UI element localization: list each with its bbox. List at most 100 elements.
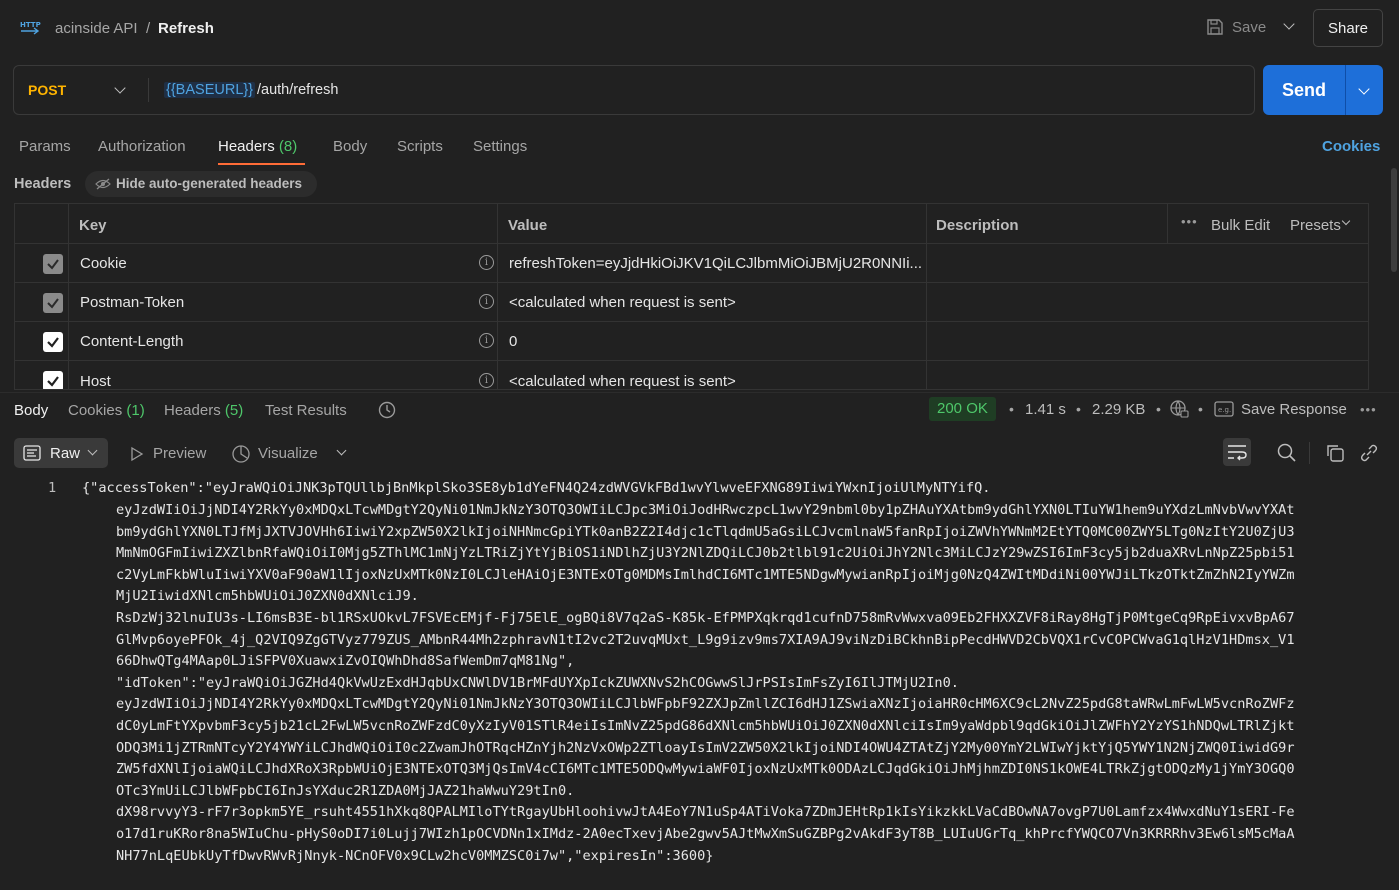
header-key[interactable]: Content-Length bbox=[80, 333, 183, 350]
code-line-wrapped: eyJzdWIiOiJjNDI4Y2RkYy0xMDQxLTcwMDgtY2Qy… bbox=[116, 502, 1295, 518]
send-button[interactable]: Send bbox=[1263, 65, 1383, 115]
table-row: Cookie i refreshToken=eyJjdHkiOiJKV1QiLC… bbox=[15, 244, 1368, 283]
svg-text:HTTP: HTTP bbox=[20, 21, 41, 29]
share-button[interactable]: Share bbox=[1313, 9, 1383, 47]
code-line-wrapped: bm9ydGhlYXN0LTJfMjJXTVJOVHh6IiwiY2xpZW50… bbox=[116, 523, 1295, 540]
column-divider bbox=[497, 204, 498, 389]
tab-headers[interactable]: Headers (8) bbox=[218, 138, 297, 155]
format-raw-select[interactable]: Raw bbox=[14, 438, 108, 468]
header-key[interactable]: Postman-Token bbox=[80, 294, 184, 311]
response-tab-headers[interactable]: Headers (5) bbox=[164, 402, 243, 419]
url-input[interactable]: {{BASEURL}} /auth/refresh bbox=[164, 66, 1244, 114]
example-icon: e.g. bbox=[1214, 401, 1234, 417]
row-checkbox[interactable] bbox=[43, 332, 63, 352]
request-title[interactable]: Refresh bbox=[158, 20, 214, 37]
column-key: Key bbox=[79, 217, 107, 234]
request-scrollbar[interactable] bbox=[1391, 168, 1397, 272]
share-label: Share bbox=[1328, 20, 1369, 37]
status-badge[interactable]: 200 OK bbox=[929, 397, 996, 421]
column-description: Description bbox=[936, 217, 1019, 234]
presets-chevron-down-icon bbox=[1341, 216, 1351, 226]
tab-settings[interactable]: Settings bbox=[473, 138, 527, 155]
table-row: Content-Length i 0 bbox=[15, 322, 1368, 361]
tab-authorization[interactable]: Authorization bbox=[98, 138, 186, 155]
save-button[interactable]: Save bbox=[1206, 16, 1268, 40]
info-icon[interactable]: i bbox=[479, 255, 494, 270]
send-label: Send bbox=[1281, 80, 1326, 100]
tab-scripts[interactable]: Scripts bbox=[397, 138, 443, 155]
row-checkbox[interactable] bbox=[43, 371, 63, 389]
send-options-chevron-down-icon[interactable] bbox=[1358, 83, 1370, 95]
dot-separator: • bbox=[1156, 401, 1161, 417]
save-options-chevron-icon[interactable] bbox=[1282, 18, 1296, 32]
search-icon[interactable] bbox=[1277, 443, 1297, 463]
more-options-icon[interactable]: ••• bbox=[1181, 214, 1198, 229]
header-key[interactable]: Cookie bbox=[80, 255, 127, 272]
response-tab-test-results[interactable]: Test Results bbox=[265, 402, 347, 419]
save-icon bbox=[1207, 19, 1223, 35]
visualize-chevron-down-icon[interactable] bbox=[336, 445, 347, 456]
response-tabs: Body Cookies (1) Headers (5) Test Result… bbox=[0, 392, 1399, 426]
breadcrumb-workspace[interactable]: acinside API bbox=[55, 20, 138, 37]
response-tab-headers-count: (5) bbox=[224, 402, 244, 419]
info-icon[interactable]: i bbox=[479, 294, 494, 309]
code-line-wrapped: MmNmOGFmIiwiZXZlbnRfaWQiOiI0Mjg5ZThlMC1m… bbox=[116, 545, 1295, 562]
svg-text:e.g.: e.g. bbox=[1218, 406, 1231, 414]
link-icon[interactable] bbox=[1359, 443, 1379, 463]
header-value[interactable]: 0 bbox=[509, 333, 929, 350]
code-line-wrapped: dX98rvvyY3-rF7r3opkm5YE_rsuht4551hXkq8QP… bbox=[116, 804, 1295, 821]
url-variable[interactable]: {{BASEURL}} bbox=[164, 82, 256, 98]
visualize-button[interactable]: Visualize bbox=[231, 443, 326, 465]
header-value[interactable]: refreshToken=eyJjdHkiOiJKV1QiLCJlbmMiOiJ… bbox=[509, 255, 929, 272]
response-tab-cookies-count: (1) bbox=[126, 402, 145, 419]
row-checkbox[interactable] bbox=[43, 293, 63, 313]
response-size[interactable]: 2.29 KB bbox=[1092, 401, 1145, 418]
method-select[interactable]: POST bbox=[14, 66, 148, 114]
network-globe-icon[interactable] bbox=[1169, 399, 1189, 419]
column-divider bbox=[926, 204, 927, 389]
visualize-icon bbox=[232, 445, 250, 463]
response-time[interactable]: 1.41 s bbox=[1025, 401, 1066, 418]
visualize-label: Visualize bbox=[258, 445, 318, 462]
code-line-wrapped: MjU2IiwidXNlcm5hbWUiOiJ0ZXN0dXNlciJ9. bbox=[116, 588, 419, 605]
row-checkbox[interactable] bbox=[43, 254, 63, 274]
bulk-edit-button[interactable]: Bulk Edit bbox=[1211, 217, 1270, 234]
code-line-wrapped: o17d1ruKRor8na5WIuChu-pHyS0oDI7i0Lujj7WI… bbox=[116, 826, 1295, 842]
method-chevron-down-icon bbox=[114, 82, 126, 94]
raw-format-icon bbox=[23, 445, 41, 461]
code-line-wrapped: "idToken":"eyJraWQiOiJGZHd4QkVwUzExdHJqb… bbox=[116, 674, 959, 691]
copy-icon[interactable] bbox=[1325, 443, 1345, 463]
hide-auto-headers-button[interactable]: Hide auto-generated headers bbox=[85, 171, 317, 197]
preview-button[interactable]: Preview bbox=[130, 444, 210, 464]
dot-separator: • bbox=[1076, 401, 1081, 417]
response-more-options-icon[interactable]: ••• bbox=[1360, 402, 1377, 417]
presets-button[interactable]: Presets bbox=[1290, 217, 1341, 234]
info-icon[interactable]: i bbox=[479, 333, 494, 348]
response-tab-cookies[interactable]: Cookies (1) bbox=[68, 402, 145, 419]
cookies-link[interactable]: Cookies bbox=[1322, 138, 1380, 155]
save-response-button[interactable]: e.g. Save Response bbox=[1214, 398, 1349, 420]
column-value: Value bbox=[508, 217, 548, 234]
headers-table: Key Value Description ••• Bulk Edit Pres… bbox=[14, 203, 1369, 390]
code-line-wrapped: RsDzWj32lnuIU3s-LI6msB3E-bl1RSxUOkvL7FSV… bbox=[116, 610, 1295, 626]
code-line-wrapped: 66DhwQTg4MAap0LJiSFPV0XuawxiZvOIQWhDhd8S… bbox=[116, 653, 575, 670]
raw-chevron-down-icon bbox=[87, 445, 98, 456]
column-divider bbox=[1167, 204, 1168, 244]
header-key[interactable]: Host bbox=[80, 373, 111, 389]
header-value[interactable]: <calculated when request is sent> bbox=[509, 294, 929, 311]
save-response-label: Save Response bbox=[1241, 401, 1347, 418]
history-icon[interactable] bbox=[377, 400, 397, 420]
info-icon[interactable]: i bbox=[479, 373, 494, 388]
header-value[interactable]: <calculated when request is sent> bbox=[509, 373, 929, 389]
code-line: {"accessToken":"eyJraWQiOiJNK3pTQUllbjBn… bbox=[82, 480, 991, 496]
response-tab-body[interactable]: Body bbox=[14, 402, 48, 419]
tab-body[interactable]: Body bbox=[333, 138, 367, 155]
wrap-lines-button[interactable] bbox=[1223, 438, 1251, 466]
table-row: Postman-Token i <calculated when request… bbox=[15, 283, 1368, 322]
hide-auto-headers-label: Hide auto-generated headers bbox=[116, 176, 303, 191]
tab-params[interactable]: Params bbox=[19, 138, 71, 155]
response-body-editor[interactable]: 1 {"accessToken":"eyJraWQiOiJNK3pTQUllbj… bbox=[0, 476, 1399, 890]
active-tab-indicator bbox=[218, 163, 305, 165]
dot-separator: • bbox=[1198, 401, 1203, 417]
code-line-wrapped: ZW5fdXNlIjoiaWQiLCJhdXRoX3RpbWUiOjE3NTEx… bbox=[116, 761, 1295, 778]
